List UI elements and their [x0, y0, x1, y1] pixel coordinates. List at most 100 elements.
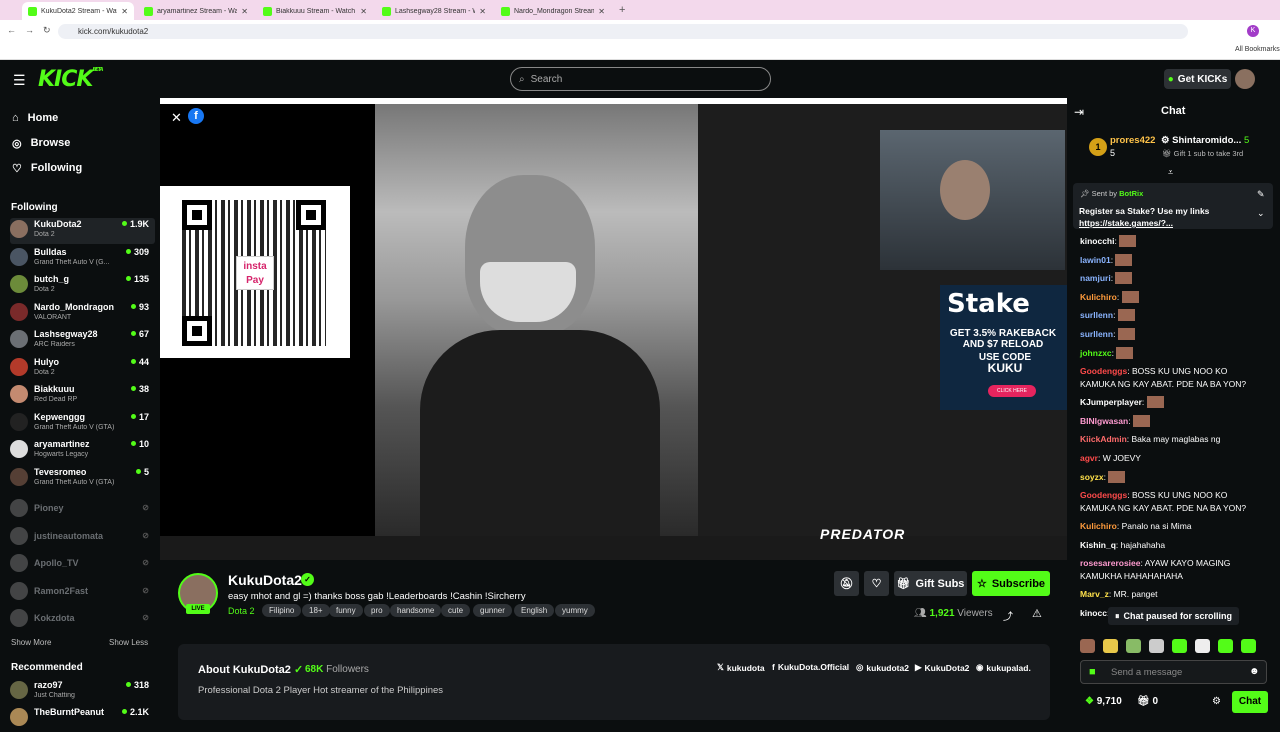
stream-tag[interactable]: funny: [329, 604, 363, 617]
sidebar-channel[interactable]: Nardo_Mondragon VALORANT 93: [10, 301, 155, 327]
get-kicks-button[interactable]: ● Get KICKs: [1164, 69, 1231, 89]
sidebar-channel-offline[interactable]: Apollo_TV ⊘: [10, 552, 155, 578]
chat-username[interactable]: kinocchi: [1080, 236, 1114, 246]
stream-tag[interactable]: cute: [441, 604, 471, 617]
sidebar-channel-offline[interactable]: justineautomata ⊘: [10, 525, 155, 551]
chat-input[interactable]: Send a message: [1080, 660, 1267, 684]
chat-username[interactable]: Goodenggs: [1080, 366, 1127, 376]
sidebar-channel-offline[interactable]: Pioney ⊘: [10, 497, 155, 523]
channel-name[interactable]: KukuDota2: [228, 572, 302, 588]
browser-tab[interactable]: Nardo_Mondragon Stream - W✕: [495, 2, 611, 20]
leader-1-name[interactable]: prores422: [1110, 135, 1155, 146]
chevron-down-icon[interactable]: ⌄: [1257, 208, 1265, 219]
chat-username[interactable]: KiickAdmin: [1080, 434, 1127, 444]
sidebar-channel[interactable]: Bulldas Grand Theft Auto V (G... 309: [10, 246, 155, 272]
chat-username[interactable]: surllenn: [1080, 310, 1113, 320]
nav-home[interactable]: ⌂ Home: [12, 109, 58, 127]
all-bookmarks[interactable]: All Bookmarks: [1235, 46, 1280, 53]
sidebar-channel[interactable]: Biakkuuu Red Dead RP 38: [10, 383, 155, 409]
browser-tab[interactable]: KukuDota2 Stream - Watch L ✕: [22, 2, 134, 20]
close-tab-icon[interactable]: ✕: [598, 7, 605, 16]
stream-category[interactable]: Dota 2: [228, 606, 255, 616]
sidebar-channel-offline[interactable]: Ramon2Fast ⊘: [10, 580, 155, 606]
leader-2-name[interactable]: ⚙ Shintaromido... 5: [1161, 135, 1249, 146]
stream-tag[interactable]: English: [514, 604, 555, 617]
chat-username[interactable]: kinocc: [1080, 608, 1107, 618]
reload-icon[interactable]: ↻: [43, 25, 51, 36]
kick-logo[interactable]: KICKBETA: [38, 67, 104, 92]
browser-tab[interactable]: Lashsegway28 Stream - Watch ✕: [376, 2, 492, 20]
chat-username[interactable]: lawin01: [1080, 255, 1111, 265]
show-more-link[interactable]: Show More: [11, 638, 51, 647]
nav-following[interactable]: ♡ Following: [12, 159, 82, 177]
stream-tag[interactable]: yummy: [555, 604, 595, 617]
recommended-channel[interactable]: TheBurntPeanut 2.1K: [10, 706, 155, 732]
close-tab-icon[interactable]: ✕: [479, 7, 486, 16]
sidebar-channel[interactable]: Hulyo Dota 2 44: [10, 356, 155, 382]
chat-username[interactable]: KJumperplayer: [1080, 397, 1142, 407]
profile-icon[interactable]: K: [1247, 25, 1259, 37]
close-tab-icon[interactable]: ✕: [241, 7, 248, 16]
stream-tag[interactable]: Filipino: [262, 604, 302, 617]
chat-username[interactable]: namjuri: [1080, 273, 1111, 283]
chat-username[interactable]: rosesarerosiee: [1080, 558, 1141, 568]
close-tab-icon[interactable]: ✕: [121, 7, 128, 16]
gift-subs-button[interactable]: 🎁︎ Gift Subs: [894, 571, 967, 596]
stream-tag[interactable]: 18+: [302, 604, 330, 617]
social-link[interactable]: ◎ kukudota2: [856, 662, 909, 673]
show-less-link[interactable]: Show Less: [109, 638, 148, 647]
collapse-chat-icon[interactable]: ⇥: [1074, 105, 1084, 119]
emoji-icon[interactable]: ☻: [1249, 666, 1260, 677]
pinned-link[interactable]: https://stake.games/?...: [1079, 218, 1173, 228]
emote-icon[interactable]: [1149, 639, 1164, 653]
sidebar-channel-offline[interactable]: Kokzdota ⊘: [10, 607, 155, 633]
chat-username[interactable]: Kulichiro: [1080, 292, 1117, 302]
recommended-channel[interactable]: razo97 Just Chatting 318: [10, 679, 155, 705]
social-link[interactable]: ◉ kukupalad.: [976, 662, 1031, 673]
sidebar-channel[interactable]: aryamartinez Hogwarts Legacy 10: [10, 438, 155, 464]
settings-gear-icon[interactable]: ⚙: [1212, 696, 1221, 707]
channel-points[interactable]: ❖ 9,710: [1085, 696, 1122, 707]
chat-username[interactable]: BINIgwasan: [1080, 416, 1128, 426]
chat-username[interactable]: johnzxc: [1080, 348, 1112, 358]
chat-username[interactable]: surllenn: [1080, 329, 1113, 339]
share-icon[interactable]: ⤴: [1003, 608, 1013, 623]
stream-tag[interactable]: gunner: [473, 604, 512, 617]
new-tab-icon[interactable]: +: [619, 4, 625, 16]
social-link[interactable]: 𝕏kukudota: [717, 662, 765, 673]
emote-icon[interactable]: [1080, 639, 1095, 653]
emote-icon[interactable]: [1195, 639, 1210, 653]
emote-icon[interactable]: [1103, 639, 1118, 653]
emote-icon[interactable]: [1241, 639, 1256, 653]
back-icon[interactable]: ←: [7, 25, 16, 35]
subscribe-button[interactable]: ☆ Subscribe: [972, 571, 1050, 596]
sidebar-channel[interactable]: Kepwenggg Grand Theft Auto V (GTA) 17: [10, 411, 155, 437]
send-chat-button[interactable]: Chat: [1232, 691, 1268, 713]
emote-icon[interactable]: [1126, 639, 1141, 653]
emote-icon[interactable]: [1172, 639, 1187, 653]
chat-paused-banner[interactable]: ⏸ Chat paused for scrolling: [1108, 607, 1239, 625]
stream-tag[interactable]: pro: [364, 604, 390, 617]
social-link[interactable]: f KukuDota.Official: [772, 662, 849, 672]
unpin-icon[interactable]: ✎: [1257, 189, 1265, 200]
chat-username[interactable]: Goodenggs: [1080, 490, 1127, 500]
bot-name[interactable]: BotRix: [1119, 189, 1143, 198]
chat-username[interactable]: Kulichiro: [1080, 521, 1117, 531]
chat-username[interactable]: Marv_z: [1080, 589, 1109, 599]
mute-notifications-button[interactable]: 🔕︎: [834, 571, 859, 596]
report-icon[interactable]: ⚠: [1032, 607, 1042, 620]
menu-icon[interactable]: ☰: [13, 72, 26, 89]
chat-emote-icon[interactable]: ■: [1089, 666, 1096, 678]
stream-tag[interactable]: handsome: [390, 604, 442, 617]
follow-button[interactable]: ♡: [864, 571, 889, 596]
browser-tab[interactable]: Biakkuuu Stream - Watch Live ✕: [257, 2, 373, 20]
close-tab-icon[interactable]: ✕: [360, 7, 367, 16]
emote-icon[interactable]: [1218, 639, 1233, 653]
forward-icon[interactable]: →: [25, 25, 34, 35]
browser-tab[interactable]: aryamartinez Stream - Watch L✕: [138, 2, 254, 20]
sidebar-channel[interactable]: KukuDota2 Dota 2 1.9K: [10, 218, 155, 244]
url-field[interactable]: kick.com/kukudota2: [58, 24, 1188, 39]
user-avatar[interactable]: [1235, 69, 1255, 89]
sidebar-channel[interactable]: Lashsegway28 ARC Raiders 67: [10, 328, 155, 354]
nav-browse[interactable]: ◎ Browse: [12, 134, 70, 152]
